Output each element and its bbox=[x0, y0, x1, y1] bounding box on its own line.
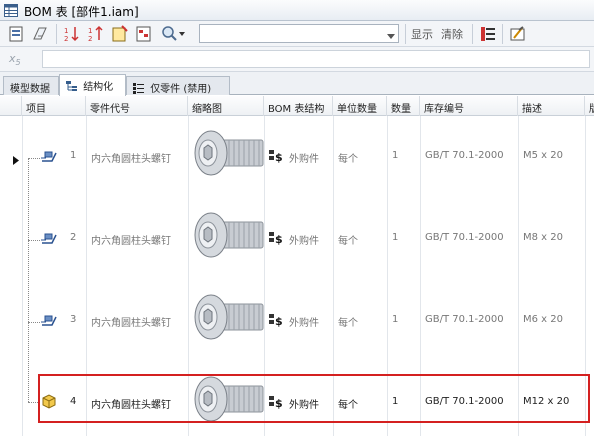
tab-parts-only[interactable]: 仅零件 (禁用) bbox=[126, 76, 230, 95]
import-bom-icon[interactable] bbox=[6, 24, 26, 44]
assembly-part-icon bbox=[40, 149, 58, 166]
svg-text:2: 2 bbox=[88, 35, 92, 43]
description: M5 x 20 bbox=[523, 150, 563, 161]
description: M6 x 20 bbox=[523, 314, 563, 325]
purchased-part-icon: $ bbox=[268, 312, 286, 331]
show-button[interactable]: 显示 bbox=[411, 26, 433, 42]
tab-model-data-label: 模型数据 bbox=[10, 84, 50, 95]
quantity: 1 bbox=[392, 232, 399, 243]
col-header-stock-number[interactable]: 库存编号 bbox=[420, 96, 518, 116]
table-row[interactable]: 2 内六角圆柱头螺钉 $ 外购件 每个 1 GB/T 70.1-2000 M8 … bbox=[0, 198, 594, 280]
title-bar: BOM 表 [部件1.iam] bbox=[0, 0, 594, 21]
sort-ascending-icon[interactable]: 12 bbox=[62, 24, 82, 44]
col-header-bom-structure[interactable]: BOM 表结构 bbox=[264, 96, 333, 116]
socket-head-cap-screw-thumbnail bbox=[193, 208, 265, 267]
unit-quantity: 每个 bbox=[338, 154, 358, 165]
quantity: 1 bbox=[392, 314, 399, 325]
purchased-part-icon: $ bbox=[268, 148, 286, 167]
tab-parts-only-label: 仅零件 (禁用) bbox=[150, 84, 212, 95]
table-row[interactable]: 1 内六角圆柱头螺钉 $ 外购件 每个 1 GB/T 70.1-2000 M5 … bbox=[0, 116, 594, 198]
svg-text:$: $ bbox=[275, 233, 283, 246]
structured-icon bbox=[66, 81, 77, 95]
unit-quantity: 每个 bbox=[338, 318, 358, 329]
assembly-part-icon bbox=[40, 313, 58, 330]
svg-text:$: $ bbox=[275, 315, 283, 328]
part-number: 内六角圆柱头螺钉 bbox=[91, 154, 171, 165]
quantity: 1 bbox=[392, 150, 399, 161]
svg-text:1: 1 bbox=[88, 27, 92, 35]
main-toolbar: 12 12 显示 清除 bbox=[0, 21, 594, 47]
formula-icon[interactable]: x5 bbox=[9, 52, 21, 67]
find-icon[interactable] bbox=[160, 24, 186, 44]
bom-settings-icon[interactable] bbox=[110, 24, 130, 44]
svg-text:1: 1 bbox=[64, 27, 68, 35]
item-number: 1 bbox=[70, 150, 77, 161]
filter-combobox[interactable] bbox=[199, 24, 399, 43]
tab-structured[interactable]: 结构化 bbox=[59, 74, 126, 96]
tab-model-data[interactable]: 模型数据 bbox=[3, 76, 59, 95]
col-header-thumbnail[interactable]: 缩略图 bbox=[188, 96, 264, 116]
bom-structure-value: 外购件 bbox=[289, 154, 319, 165]
socket-head-cap-screw-thumbnail bbox=[193, 126, 265, 185]
bom-tabs: 模型数据 结构化 仅零件 (禁用) bbox=[0, 72, 594, 96]
col-header-item[interactable]: 项目 bbox=[22, 96, 86, 116]
formula-bar: x5 bbox=[0, 47, 594, 72]
table-row[interactable]: 3 内六角圆柱头螺钉 $ 外购件 每个 1 GB/T 70.1-2000 M6 … bbox=[0, 280, 594, 362]
purchased-part-icon: $ bbox=[268, 230, 286, 249]
view-options-icon[interactable] bbox=[478, 24, 498, 44]
svg-text:$: $ bbox=[275, 151, 283, 164]
grid-header: 项目 零件代号 缩略图 BOM 表结构 单位数量 数量 库存编号 描述 版 bbox=[0, 96, 594, 116]
clear-button[interactable]: 清除 bbox=[441, 26, 463, 42]
stock-number: GB/T 70.1-2000 bbox=[425, 314, 504, 325]
bom-structure-value: 外购件 bbox=[289, 318, 319, 329]
item-number: 2 bbox=[70, 232, 77, 243]
parts-only-icon bbox=[133, 83, 144, 97]
bom-tools-icon[interactable] bbox=[508, 24, 528, 44]
col-header-description[interactable]: 描述 bbox=[518, 96, 585, 116]
bom-structure-value: 外购件 bbox=[289, 236, 319, 247]
formula-input[interactable] bbox=[42, 50, 590, 68]
window-title: BOM 表 [部件1.iam] bbox=[24, 5, 139, 19]
col-header-revision[interactable]: 版 bbox=[585, 96, 594, 116]
renumber-items-icon[interactable]: 12 bbox=[86, 24, 106, 44]
table-icon bbox=[4, 4, 18, 20]
col-header-qty[interactable]: 数量 bbox=[387, 96, 420, 116]
svg-text:2: 2 bbox=[64, 35, 68, 43]
unit-quantity: 每个 bbox=[338, 236, 358, 247]
description: M8 x 20 bbox=[523, 232, 563, 243]
assembly-part-icon bbox=[40, 231, 58, 248]
stock-number: GB/T 70.1-2000 bbox=[425, 150, 504, 161]
tab-structured-label: 结构化 bbox=[83, 82, 114, 93]
stock-number: GB/T 70.1-2000 bbox=[425, 232, 504, 243]
socket-head-cap-screw-thumbnail bbox=[193, 290, 265, 349]
row-header-corner bbox=[0, 96, 22, 116]
part-number: 内六角圆柱头螺钉 bbox=[91, 318, 171, 329]
export-bom-icon[interactable] bbox=[30, 24, 50, 44]
item-number: 3 bbox=[70, 314, 77, 325]
selected-row-highlight bbox=[38, 374, 590, 423]
part-number-merge-icon[interactable] bbox=[134, 24, 154, 44]
chevron-down-icon[interactable] bbox=[387, 31, 395, 42]
col-header-part-number[interactable]: 零件代号 bbox=[86, 96, 188, 116]
part-number: 内六角圆柱头螺钉 bbox=[91, 236, 171, 247]
col-header-unit-qty[interactable]: 单位数量 bbox=[333, 96, 387, 116]
